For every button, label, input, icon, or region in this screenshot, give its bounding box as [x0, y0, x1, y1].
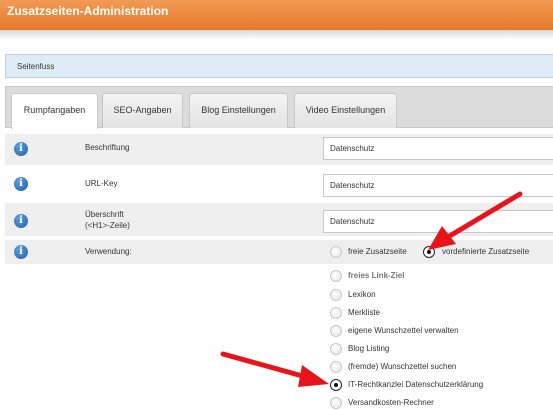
- radio-label-page-type: Merkliste: [348, 308, 381, 317]
- ueberschrift-input[interactable]: [323, 210, 553, 233]
- radio-label-page-type: freies Link-Ziel: [348, 271, 405, 280]
- window-titlebar: Zusatzseiten-Administration: [0, 0, 553, 30]
- tab-video-einstellungen[interactable]: Video Einstellungen: [294, 93, 397, 128]
- info-icon[interactable]: i: [14, 142, 28, 156]
- radio-freie-zusatzseite[interactable]: [330, 246, 342, 258]
- tab-rumpfangaben[interactable]: Rumpfangaben: [11, 93, 98, 129]
- tab-bar: Rumpfangaben SEO-Angaben Blog Einstellun…: [5, 86, 553, 129]
- radio-label-page-type: (fremde) Wunschzettel suchen: [348, 362, 457, 371]
- red-arrow-icon: [220, 351, 329, 387]
- radio-page-type[interactable]: [330, 361, 342, 373]
- radio-label-page-type: IT-Rechtkanzlei Datenschutzerklärung: [348, 380, 484, 389]
- radio-page-type-it-rechtkanzlei[interactable]: [330, 379, 342, 391]
- radio-page-type[interactable]: [330, 307, 342, 319]
- radio-page-type[interactable]: [330, 270, 342, 282]
- beschriftung-input[interactable]: [323, 137, 553, 160]
- radio-page-type[interactable]: [330, 325, 342, 337]
- breadcrumb-label: Seitenfuss: [17, 62, 55, 71]
- window-title: Zusatzseiten-Administration: [7, 4, 169, 18]
- radio-page-type[interactable]: [330, 289, 342, 301]
- tab-blog-einstellungen[interactable]: Blog Einstellungen: [189, 93, 288, 128]
- titlebar-shadow: [0, 30, 553, 40]
- field-label-beschriftung: Beschriftung: [85, 143, 130, 152]
- radio-page-type[interactable]: [330, 397, 342, 409]
- info-icon[interactable]: i: [14, 177, 28, 191]
- field-label-ueberschrift-hint: (<H1>-Zeile): [85, 221, 130, 230]
- radio-label-freie-zusatzseite: freie Zusatzseite: [348, 247, 407, 256]
- radio-label-page-type: eigene Wunschzettel verwalten: [348, 326, 459, 335]
- breadcrumb: Seitenfuss: [5, 54, 553, 78]
- url-key-input[interactable]: [323, 174, 553, 197]
- radio-label-vordefinierte-zusatzseite: vordefinierte Zusatzseite: [442, 247, 530, 256]
- field-label-verwendung: Verwendung:: [85, 247, 132, 256]
- field-label-url-key: URL-Key: [85, 179, 118, 188]
- tab-seo-angaben[interactable]: SEO-Angaben: [102, 93, 183, 128]
- radio-label-page-type: Blog Listing: [348, 344, 390, 353]
- radio-label-page-type: Lexikon: [348, 290, 376, 299]
- info-icon[interactable]: i: [14, 214, 28, 228]
- info-icon[interactable]: i: [14, 245, 28, 259]
- radio-page-type[interactable]: [330, 343, 342, 355]
- radio-vordefinierte-zusatzseite[interactable]: [423, 246, 435, 258]
- radio-label-page-type: Versandkosten-Rechner: [348, 398, 434, 407]
